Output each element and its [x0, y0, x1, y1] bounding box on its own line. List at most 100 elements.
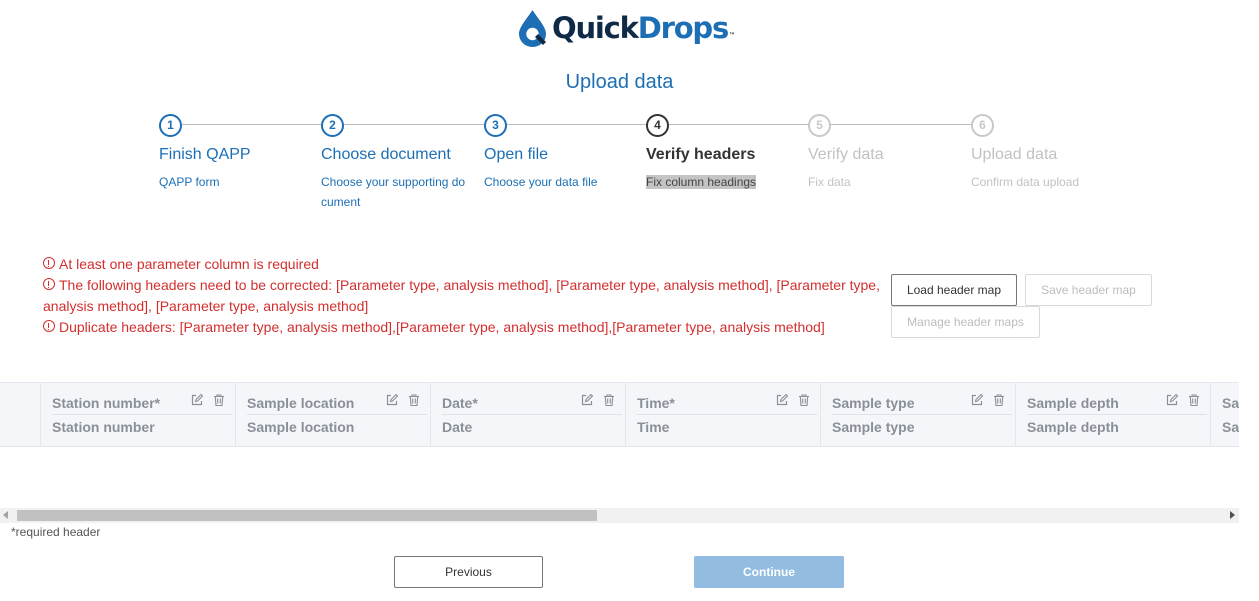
alert-circle-icon: [43, 257, 55, 269]
column-actions: [385, 393, 421, 407]
step-subtitle: Confirm data upload: [971, 175, 1080, 189]
trademark-mark: ™: [729, 32, 735, 39]
manage-header-maps-button: Manage header maps: [891, 306, 1040, 338]
step-subtitle: QAPP form: [159, 175, 220, 189]
step-connector: [507, 124, 647, 125]
column-name: Station number*: [52, 395, 161, 411]
trash-icon[interactable]: [992, 393, 1006, 407]
mapped-header: Station number: [52, 419, 155, 435]
previous-button[interactable]: Previous: [394, 556, 543, 588]
save-header-map-button: Save header map: [1025, 274, 1152, 306]
step-subtitle: Fix data: [808, 175, 851, 189]
logo-word-drops: Drops: [637, 11, 730, 45]
column-actions: [1165, 393, 1201, 407]
mapped-header: Sample type: [832, 419, 915, 435]
step-number-badge: 2: [321, 114, 344, 137]
quickdrops-logo: QuickDrops™: [516, 8, 735, 48]
progress-stepper: 1 Finish QAPP QAPP form 2 Choose documen…: [159, 114, 1139, 214]
edit-icon[interactable]: [385, 393, 399, 407]
step-number-badge: 3: [484, 114, 507, 137]
error-message: Duplicate headers: [Parameter type, anal…: [43, 317, 888, 338]
edit-icon[interactable]: [580, 393, 594, 407]
mapped-header: Sample depth: [1027, 419, 1119, 435]
column-actions: [775, 393, 811, 407]
mapped-header: Time: [637, 419, 670, 435]
column-name: Sample location: [247, 395, 355, 411]
step-title: Open file: [484, 146, 549, 163]
table-header-row: Station number* Station number Sample lo…: [0, 382, 1239, 447]
column-header-station-number: Station number* Station number: [40, 383, 235, 446]
error-text: Duplicate headers: [Parameter type, anal…: [59, 319, 825, 335]
scrollbar-thumb[interactable]: [17, 510, 597, 521]
column-name: Time*: [637, 395, 675, 411]
step-subtitle: Choose your supporting document: [321, 175, 466, 209]
scroll-right-arrow-icon[interactable]: [1230, 511, 1235, 519]
column-name: Sample type: [832, 395, 915, 411]
step-connector: [182, 124, 322, 125]
header-divider: [637, 414, 817, 415]
step-number-badge: 6: [971, 114, 994, 137]
validation-errors: At least one parameter column is require…: [43, 254, 888, 338]
mapped-header: Date: [442, 419, 473, 435]
column-header-sample-location: Sample location Sample location: [235, 383, 430, 446]
trash-icon[interactable]: [797, 393, 811, 407]
trash-icon[interactable]: [602, 393, 616, 407]
step-title: Verify headers: [646, 146, 756, 163]
header-table: Station number* Station number Sample lo…: [0, 382, 1239, 524]
header-divider: [832, 414, 1012, 415]
row-selector-column: [0, 383, 40, 446]
column-actions: [190, 393, 226, 407]
column-header-sample-type: Sample type Sample type: [820, 383, 1015, 446]
trash-icon[interactable]: [1187, 393, 1201, 407]
load-header-map-button[interactable]: Load header map: [891, 274, 1017, 306]
column-header-partial: Sa Sa: [1210, 383, 1239, 446]
step-title: Upload data: [971, 146, 1058, 163]
continue-button[interactable]: Continue: [694, 556, 844, 588]
header-divider: [52, 414, 232, 415]
trash-icon[interactable]: [212, 393, 226, 407]
logo-wordmark: QuickDrops™: [552, 8, 735, 48]
edit-icon[interactable]: [190, 393, 204, 407]
error-message: The following headers need to be correct…: [43, 275, 888, 317]
error-message: At least one parameter column is require…: [43, 254, 888, 275]
column-name: Date*: [442, 395, 478, 411]
edit-icon[interactable]: [970, 393, 984, 407]
mapped-header: Sa: [1222, 419, 1239, 435]
step-subtitle: Fix column headings: [646, 172, 794, 192]
header-divider: [442, 414, 622, 415]
trash-icon[interactable]: [407, 393, 421, 407]
mapped-header: Sample location: [247, 419, 355, 435]
alert-circle-icon: [43, 320, 55, 332]
step-title: Finish QAPP: [159, 146, 251, 163]
logo-word-quick: Quick: [552, 11, 639, 45]
step-subtitle-highlight: Fix column headings: [646, 175, 757, 189]
required-header-note: *required header: [11, 525, 101, 539]
step-number-badge: 5: [808, 114, 831, 137]
error-text: The following headers need to be correct…: [43, 277, 880, 314]
column-header-date: Date* Date: [430, 383, 625, 446]
column-header-sample-depth: Sample depth Sample depth: [1015, 383, 1210, 446]
step-number-badge: 1: [159, 114, 182, 137]
scroll-left-arrow-icon[interactable]: [3, 511, 8, 519]
droplet-logo-icon: [519, 10, 546, 47]
error-text: At least one parameter column is require…: [59, 256, 319, 272]
column-name: Sample depth: [1027, 395, 1119, 411]
alert-circle-icon: [43, 278, 55, 290]
step-connector: [344, 124, 484, 125]
header-divider: [1027, 414, 1207, 415]
header-divider: [247, 414, 427, 415]
column-name: Sa: [1222, 395, 1239, 411]
column-actions: [580, 393, 616, 407]
step-connector: [669, 124, 809, 125]
step-number-badge: 4: [646, 114, 669, 137]
table-horizontal-scrollbar[interactable]: [0, 508, 1239, 523]
edit-icon[interactable]: [775, 393, 789, 407]
step-title: Choose document: [321, 146, 451, 163]
page-title: Upload data: [565, 71, 674, 93]
step-subtitle: Choose your data file: [484, 175, 598, 189]
step-connector: [831, 124, 971, 125]
edit-icon[interactable]: [1165, 393, 1179, 407]
column-header-time: Time* Time: [625, 383, 820, 446]
step-title: Verify data: [808, 146, 884, 163]
column-actions: [970, 393, 1006, 407]
